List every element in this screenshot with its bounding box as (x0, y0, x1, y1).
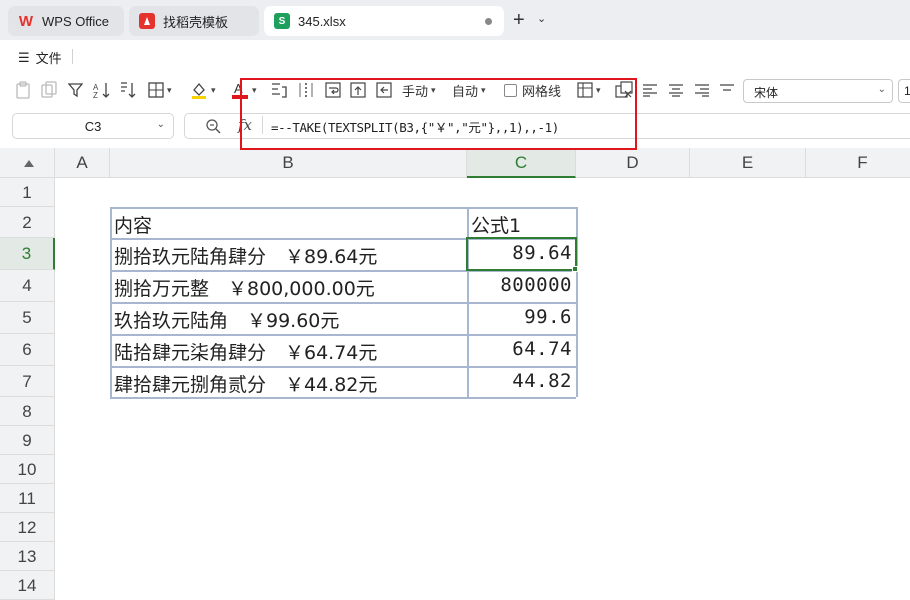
table-border-h (110, 366, 576, 368)
table-border-h (110, 334, 576, 336)
column-header-c[interactable]: C (467, 148, 576, 178)
column-header-a[interactable]: A (55, 148, 110, 178)
table-header-formula[interactable]: 公式1 (467, 207, 576, 238)
tab-345-xlsx[interactable]: S 345.xlsx (264, 6, 504, 36)
annotation-highlight-box (240, 78, 637, 150)
cell-b7[interactable]: 肆拾肆元捌角贰分 ￥44.82元 (110, 366, 467, 397)
tab-label: 找稻壳模板 (163, 14, 229, 30)
cell-b5[interactable]: 玖拾玖元陆角 ￥99.60元 (110, 302, 467, 334)
svg-text:Z: Z (93, 91, 98, 99)
filter-icon[interactable] (68, 80, 83, 100)
font-family-value: 宋体 (754, 86, 779, 100)
row-header-10[interactable]: 10 (0, 455, 55, 484)
unsaved-dot-icon[interactable] (485, 18, 492, 25)
sort-descending-icon[interactable] (119, 80, 137, 100)
row-header-7[interactable]: 7 (0, 366, 55, 397)
column-header-f[interactable]: F (806, 148, 910, 178)
row-header-14[interactable]: 14 (0, 571, 55, 600)
name-box[interactable]: C3 ⌄ (12, 113, 174, 139)
row-header-8[interactable]: 8 (0, 397, 55, 426)
table-border-h (110, 302, 576, 304)
table-border-v (576, 207, 578, 397)
divider (72, 49, 73, 64)
new-tab-plus-icon[interactable]: + (513, 9, 525, 32)
spreadsheet-icon: S (274, 13, 290, 29)
row-header-3[interactable]: 3 (0, 238, 55, 270)
table-border-v (467, 207, 469, 397)
row-header-11[interactable]: 11 (0, 484, 55, 513)
docer-icon (139, 13, 155, 29)
cell-c4[interactable]: 800000 (467, 270, 576, 302)
row-header-2[interactable]: 2 (0, 207, 55, 238)
distributed-align-icon[interactable] (719, 80, 735, 100)
select-all-corner[interactable] (0, 148, 55, 178)
chevron-down-icon[interactable]: ⌄ (537, 12, 546, 25)
active-cell-selection (466, 237, 577, 271)
tab-label: 345.xlsx (298, 13, 346, 29)
cell-reference: C3 (84, 119, 102, 134)
cell-c5[interactable]: 99.6 (467, 302, 576, 334)
copy-format-icon[interactable] (41, 80, 57, 100)
hamburger-icon: ☰ (18, 49, 30, 65)
sort-ascending-icon[interactable]: AZ (93, 80, 111, 100)
font-size-select[interactable]: 1 (898, 79, 910, 103)
file-menu-button[interactable]: ☰ 文件 (18, 48, 62, 67)
align-center-icon[interactable] (668, 80, 684, 100)
row-header-12[interactable]: 12 (0, 513, 55, 542)
fill-color-button[interactable]: ▾ (190, 80, 216, 100)
cell-c7[interactable]: 44.82 (467, 366, 576, 397)
table-border-h (110, 207, 576, 209)
row-header-5[interactable]: 5 (0, 302, 55, 334)
chevron-down-icon: ⌄ (156, 119, 165, 130)
paste-icon[interactable] (15, 80, 31, 100)
select-all-triangle-icon (24, 160, 34, 167)
font-size-value: 1 (904, 84, 910, 98)
menu-bar: ☰ 文件 (0, 40, 910, 72)
chevron-down-icon: ⌄ (877, 84, 886, 95)
tab-label: WPS Office (42, 13, 109, 29)
font-family-select[interactable]: 宋体 ⌄ (743, 79, 893, 103)
align-right-icon[interactable] (694, 80, 710, 100)
tab-docer-templates[interactable]: 找稻壳模板 (129, 6, 259, 36)
column-header-e[interactable]: E (690, 148, 806, 178)
row-header-1[interactable]: 1 (0, 178, 55, 207)
row-header-13[interactable]: 13 (0, 542, 55, 571)
cell-b6[interactable]: 陆拾肆元柒角肆分 ￥64.74元 (110, 334, 467, 366)
chevron-down-icon: ▾ (167, 84, 172, 95)
row-header-4[interactable]: 4 (0, 270, 55, 302)
cell-b4[interactable]: 捌拾万元整 ￥800,000.00元 (110, 270, 467, 302)
chevron-down-icon: ▾ (211, 84, 216, 95)
zoom-icon[interactable] (205, 118, 221, 139)
file-menu-label: 文件 (35, 51, 62, 66)
table-border-v (110, 207, 112, 397)
cell-b3[interactable]: 捌拾玖元陆角肆分 ￥89.64元 (110, 238, 467, 270)
wps-logo-icon: W (18, 12, 34, 30)
column-header-d[interactable]: D (576, 148, 690, 178)
cell-c6[interactable]: 64.74 (467, 334, 576, 366)
fill-handle[interactable] (572, 266, 578, 272)
tab-wps-office[interactable]: W WPS Office (8, 6, 124, 36)
align-left-icon[interactable] (642, 80, 658, 100)
table-border-h (110, 397, 576, 399)
title-tab-bar: W WPS Office 找稻壳模板 S 345.xlsx + ⌄ (0, 0, 910, 40)
borders-button[interactable]: ▾ (148, 80, 172, 100)
table-header-content[interactable]: 内容 (110, 207, 467, 238)
row-header-6[interactable]: 6 (0, 334, 55, 366)
column-header-b[interactable]: B (110, 148, 467, 178)
spreadsheet-grid[interactable]: ABCDEF 1 2 3 4 5 6 7 8 9 10 11 12 13 14 内容 公式1 捌拾玖元陆角肆分… (0, 148, 910, 600)
row-header-9[interactable]: 9 (0, 426, 55, 455)
